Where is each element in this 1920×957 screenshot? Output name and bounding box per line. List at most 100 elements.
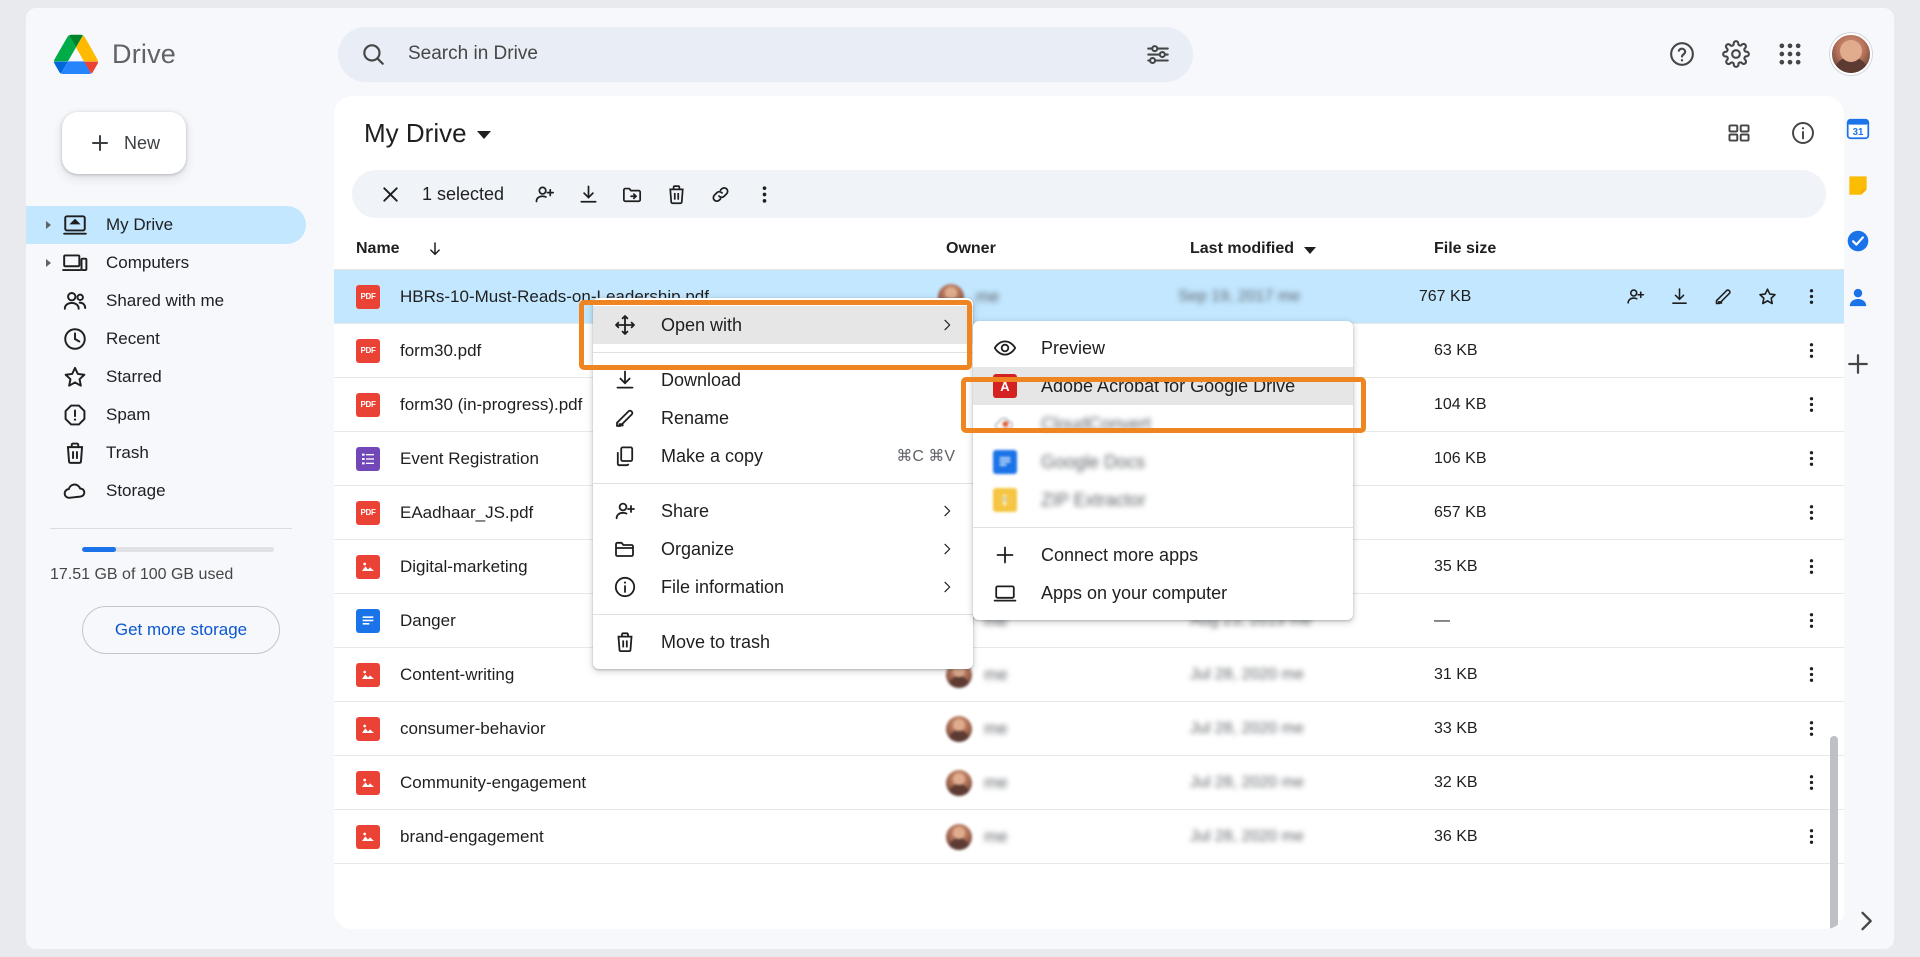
- menu-item-label: File information: [661, 577, 939, 598]
- last-modified-cell: Jul 28, 2020 me: [1190, 828, 1434, 846]
- avatar[interactable]: [1830, 33, 1872, 75]
- submenu-arrow-icon: [939, 579, 955, 595]
- sidebar-item-label: Computers: [106, 253, 189, 273]
- file-name-label: Danger: [400, 611, 456, 631]
- tasks-icon[interactable]: [1843, 226, 1873, 256]
- submenu-item-google-docs[interactable]: Google Docs: [973, 443, 1353, 481]
- submenu-item-apps-on-your-computer[interactable]: Apps on your computer: [973, 574, 1353, 612]
- sidebar-item-trash[interactable]: Trash: [26, 434, 306, 472]
- add-app-icon[interactable]: [1844, 350, 1872, 378]
- chevron-right-icon[interactable]: [1852, 907, 1880, 935]
- menu-item-rename[interactable]: Rename: [593, 399, 973, 437]
- submenu-arrow-icon: [939, 503, 955, 519]
- row-share-button[interactable]: [1616, 278, 1654, 316]
- chevron-down-icon: [477, 131, 491, 139]
- menu-item-make-a-copy[interactable]: Make a copy⌘C ⌘V: [593, 437, 973, 475]
- column-header-last-modified[interactable]: Last modified: [1190, 240, 1434, 258]
- copy-link-button[interactable]: [698, 172, 742, 216]
- submenu-item-label: CloudConvert: [1041, 414, 1335, 435]
- row-rename-button[interactable]: [1704, 278, 1742, 316]
- google-drive-logo-icon: [54, 34, 98, 74]
- page-title[interactable]: My Drive: [356, 114, 499, 153]
- sidebar-item-spam[interactable]: Spam: [26, 396, 306, 434]
- keep-icon[interactable]: [1843, 170, 1873, 200]
- menu-item-open-with[interactable]: Open with: [593, 306, 973, 344]
- file-size-cell: 36 KB: [1434, 828, 1634, 846]
- grid-view-icon[interactable]: [1726, 120, 1752, 146]
- star-icon: [62, 364, 88, 390]
- sidebar-item-shared-with-me[interactable]: Shared with me: [26, 282, 306, 320]
- submenu-item-adobe-acrobat-for-google-drive[interactable]: AAdobe Acrobat for Google Drive: [973, 367, 1353, 405]
- menu-item-file-information[interactable]: File information: [593, 568, 973, 606]
- row-actions: [1634, 332, 1844, 370]
- submenu-item-preview[interactable]: Preview: [973, 329, 1353, 367]
- row-download-button[interactable]: [1660, 278, 1698, 316]
- context-menu[interactable]: Open with DownloadRenameMake a copy⌘C ⌘V S…: [593, 298, 973, 669]
- help-icon[interactable]: [1668, 40, 1696, 68]
- row-actions: [1616, 278, 1844, 316]
- brand[interactable]: Drive: [26, 34, 326, 74]
- image-file-icon: [356, 717, 380, 741]
- sidebar-item-my-drive[interactable]: My Drive: [26, 206, 306, 244]
- row-actions: [1634, 710, 1844, 748]
- chevron-right-icon[interactable]: [40, 258, 56, 268]
- sidebar-nav: My Drive Computers Shared with me: [26, 206, 326, 510]
- open-with-submenu[interactable]: PreviewAAdobe Acrobat for Google Drive Cl…: [973, 321, 1353, 620]
- submenu-item-zip-extractor[interactable]: ZIP Extractor: [973, 481, 1353, 519]
- move-button[interactable]: [610, 172, 654, 216]
- row-actions: [1634, 818, 1844, 856]
- last-modified-cell: Sep 19, 2017 me: [1178, 288, 1419, 306]
- calendar-icon[interactable]: 31: [1843, 114, 1873, 144]
- new-button[interactable]: New: [62, 112, 186, 174]
- get-more-storage-button[interactable]: Get more storage: [82, 606, 280, 654]
- close-icon[interactable]: [368, 172, 412, 216]
- storage-progress-fill: [82, 547, 116, 552]
- gear-icon[interactable]: [1722, 40, 1750, 68]
- tune-icon[interactable]: [1145, 41, 1171, 67]
- sidebar: New My Drive Computers: [26, 100, 326, 949]
- sidebar-item-starred[interactable]: Starred: [26, 358, 306, 396]
- column-header-name[interactable]: Name: [334, 240, 946, 258]
- submenu-item-connect-more-apps[interactable]: Connect more apps: [973, 536, 1353, 574]
- info-circle-icon[interactable]: [1790, 120, 1816, 146]
- table-row[interactable]: Community-engagementmeJul 28, 2020 me32 …: [334, 756, 1844, 810]
- table-row[interactable]: Content-writingmeJul 28, 2020 me31 KB: [334, 648, 1844, 702]
- owner-label: me: [984, 773, 1008, 793]
- apps-grid-icon[interactable]: [1776, 40, 1804, 68]
- row-star-button[interactable]: [1748, 278, 1786, 316]
- top-bar: Drive: [26, 8, 1894, 100]
- column-header-file-size[interactable]: File size: [1434, 240, 1634, 258]
- table-row[interactable]: brand-engagementmeJul 28, 2020 me36 KB: [334, 810, 1844, 864]
- sidebar-item-storage[interactable]: Storage: [26, 472, 306, 510]
- chevron-right-icon[interactable]: [40, 220, 56, 230]
- sidebar-item-recent[interactable]: Recent: [26, 320, 306, 358]
- contacts-icon[interactable]: [1843, 282, 1873, 312]
- search-input[interactable]: [408, 43, 1145, 65]
- selection-count-label: 1 selected: [422, 184, 504, 205]
- search-icon: [360, 41, 386, 67]
- menu-item-organize[interactable]: Organize: [593, 530, 973, 568]
- acrobat-icon: A: [993, 374, 1017, 398]
- search-area: [338, 27, 1193, 82]
- sidebar-item-label: Storage: [106, 481, 166, 501]
- row-actions: [1634, 764, 1844, 802]
- image-file-icon: [356, 825, 380, 849]
- table-row[interactable]: consumer-behaviormeJul 28, 2020 me33 KB: [334, 702, 1844, 756]
- file-size-cell: 657 KB: [1434, 504, 1634, 522]
- more-button[interactable]: [742, 172, 786, 216]
- file-size-cell: 104 KB: [1434, 396, 1634, 414]
- menu-item-move-to-trash[interactable]: Move to trash: [593, 623, 973, 661]
- pdf-file-icon: PDF: [356, 339, 380, 363]
- menu-item-share[interactable]: Share: [593, 492, 973, 530]
- menu-item-download[interactable]: Download: [593, 361, 973, 399]
- download-button[interactable]: [566, 172, 610, 216]
- delete-button[interactable]: [654, 172, 698, 216]
- column-header-owner[interactable]: Owner: [946, 240, 1190, 258]
- submenu-item-cloudconvert[interactable]: CloudConvert: [973, 405, 1353, 443]
- submenu-item-label: ZIP Extractor: [1041, 490, 1335, 511]
- table-row[interactable]: PDFHBRs-10-Must-Reads-on-Leadership.pdfm…: [334, 270, 1844, 324]
- search-box[interactable]: [338, 27, 1193, 82]
- sidebar-item-label: Recent: [106, 329, 160, 349]
- sidebar-item-computers[interactable]: Computers: [26, 244, 306, 282]
- share-button[interactable]: [522, 172, 566, 216]
